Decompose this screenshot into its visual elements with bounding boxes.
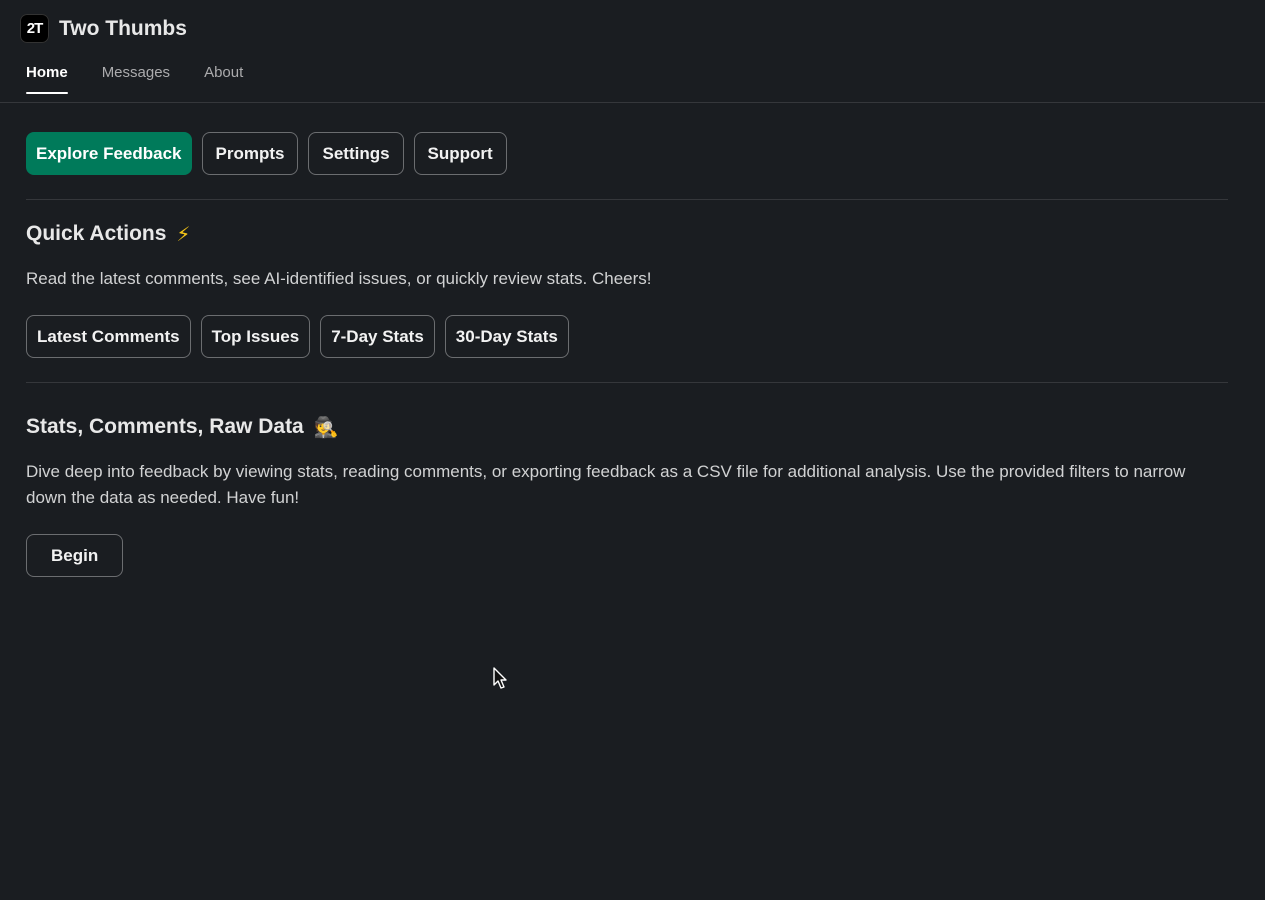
tabs-divider (0, 102, 1265, 103)
two-thumbs-logo-icon: 2T (20, 14, 49, 43)
tab-about[interactable]: About (204, 64, 243, 93)
section-divider (26, 199, 1228, 200)
tab-home[interactable]: Home (26, 64, 68, 94)
nav-button-row: Explore Feedback Prompts Settings Suppor… (26, 132, 1228, 175)
raw-data-description: Dive deep into feedback by viewing stats… (26, 462, 1186, 507)
support-button[interactable]: Support (413, 132, 507, 175)
raw-data-button-row: Begin (26, 534, 1228, 577)
begin-button[interactable]: Begin (26, 534, 124, 577)
quick-actions-title-text: Quick Actions (26, 222, 167, 245)
app-title: Two Thumbs (59, 16, 187, 40)
settings-button[interactable]: Settings (308, 132, 404, 175)
app-header: 2T Two Thumbs (20, 14, 187, 43)
top-issues-button[interactable]: Top Issues (200, 315, 311, 358)
quick-actions-button-row: Latest Comments Top Issues 7-Day Stats 3… (26, 315, 1228, 358)
detective-icon: 🕵 (313, 415, 339, 439)
prompts-button[interactable]: Prompts (201, 132, 299, 175)
seven-day-stats-button[interactable]: 7-Day Stats (320, 315, 435, 358)
lightning-icon: ⚡ (176, 222, 191, 246)
section-divider (26, 382, 1228, 383)
mouse-cursor-icon (493, 667, 507, 689)
explore-feedback-button[interactable]: Explore Feedback (26, 132, 192, 175)
raw-data-title: Stats, Comments, Raw Data 🕵 (26, 415, 1228, 439)
quick-actions-title: Quick Actions ⚡ (26, 222, 1228, 246)
tab-bar: Home Messages About (26, 64, 243, 94)
thirty-day-stats-button[interactable]: 30-Day Stats (444, 315, 569, 358)
latest-comments-button[interactable]: Latest Comments (26, 315, 191, 358)
home-content: Explore Feedback Prompts Settings Suppor… (26, 132, 1228, 577)
raw-data-title-text: Stats, Comments, Raw Data (26, 415, 304, 438)
app-root: 2T Two Thumbs Home Messages About Explor… (0, 0, 1265, 900)
quick-actions-description: Read the latest comments, see AI-identif… (26, 269, 652, 288)
tab-messages[interactable]: Messages (102, 64, 170, 93)
